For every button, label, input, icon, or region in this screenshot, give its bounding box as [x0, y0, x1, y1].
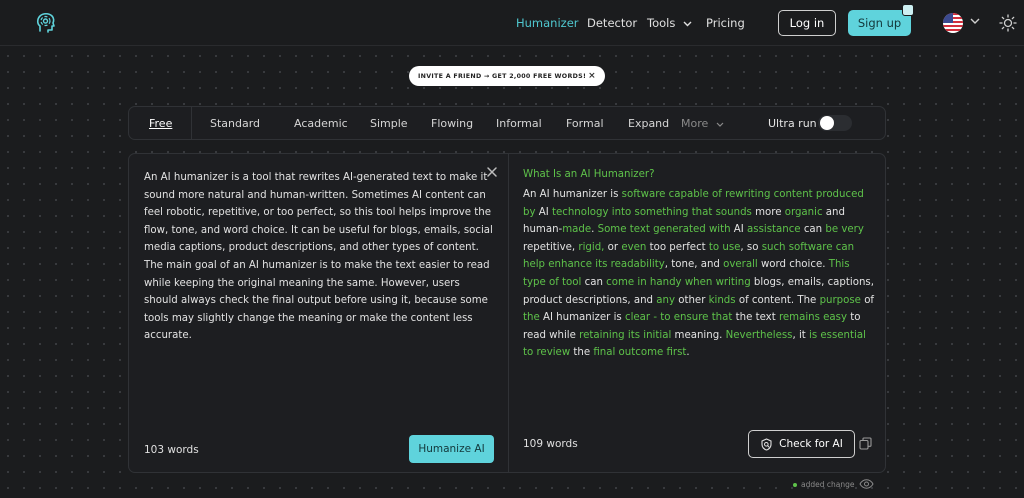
check-for-ai-label: Check for AI [779, 438, 843, 450]
text-segment: repetitive, [523, 241, 579, 253]
changed-text-segment: retaining its initial [579, 329, 672, 341]
text-segment: the text [732, 312, 779, 324]
copy-icon[interactable] [859, 437, 872, 450]
invite-close-icon[interactable]: × [588, 71, 596, 81]
chevron-down-icon [683, 21, 692, 26]
ultra-run-label: Ultra run [768, 117, 817, 130]
invite-banner[interactable]: INVITE A FRIEND → GET 2,000 FREE WORDS! … [409, 66, 605, 86]
language-chevron-icon[interactable] [970, 18, 980, 24]
changed-text-segment: made [562, 224, 592, 236]
invite-text: INVITE A FRIEND → GET 2,000 FREE WORDS! [418, 72, 587, 80]
text-segment: , tone, and [664, 259, 724, 271]
mode-simple[interactable]: Simple [370, 117, 408, 130]
mode-more-label: More [681, 117, 709, 130]
changed-text-segment: Some text generated with [597, 224, 731, 236]
nav-tools[interactable]: Tools [647, 16, 692, 30]
text-segment: more [751, 206, 785, 218]
mode-selector: Free Standard Academic Simple Flowing In… [128, 106, 886, 140]
changed-text-segment: kinds [708, 294, 736, 306]
text-segment: . [686, 347, 690, 359]
text-segment: , it [792, 329, 810, 341]
mode-informal[interactable]: Informal [496, 117, 542, 130]
mode-flowing[interactable]: Flowing [431, 117, 473, 130]
text-segment: the [570, 347, 594, 359]
text-segment: word choice. [757, 259, 829, 271]
changed-text-segment: the [523, 312, 540, 324]
text-segment: AI [535, 206, 552, 218]
eye-icon[interactable] [859, 479, 874, 489]
gift-badge-icon [902, 4, 914, 16]
changed-text-segment: even [621, 241, 647, 253]
text-segment: , so [740, 241, 762, 253]
changed-text-segment: to use [708, 241, 741, 253]
brain-head-logo-icon[interactable] [34, 11, 58, 35]
chevron-down-icon [716, 122, 724, 127]
check-for-ai-button[interactable]: Check for AI [748, 430, 855, 458]
changed-text-segment: organic [784, 206, 823, 218]
change-legend: added change [793, 480, 854, 489]
ultra-run-toggle[interactable] [818, 115, 852, 131]
text-segment: or [604, 241, 622, 253]
changed-text-segment: technology into something that sounds [551, 206, 752, 218]
text-segment: can [581, 276, 607, 288]
text-segment: of [860, 294, 875, 306]
changed-text-segment: remains easy [778, 312, 848, 324]
input-panel: An AI humanizer is a tool that rewrites … [128, 153, 509, 473]
text-segment: AI [730, 224, 748, 236]
changed-text-segment: clear - to ensure that [624, 312, 733, 324]
changed-text-segment: final outcome first [593, 347, 687, 359]
changed-text-segment: Nevertheless [725, 329, 793, 341]
nav-tools-label: Tools [647, 16, 676, 30]
sun-theme-icon[interactable] [999, 14, 1017, 32]
legend-label: added change [801, 480, 855, 489]
changed-text-segment: rigid, [578, 241, 605, 253]
output-text: An AI humanizer is software capable of r… [523, 186, 875, 362]
output-title: What Is an AI Humanizer? [523, 169, 655, 180]
text-segment: other [675, 294, 709, 306]
input-textarea[interactable]: An AI humanizer is a tool that rewrites … [144, 169, 494, 345]
mode-free[interactable]: Free [149, 117, 172, 130]
text-segment: of content. The [735, 294, 820, 306]
changed-text-segment: assistance [747, 224, 801, 236]
changed-text-segment: any [656, 294, 675, 306]
text-segment: AI humanizer is [539, 312, 625, 324]
changed-text-segment: overall [723, 259, 758, 271]
input-word-count: 103 words [144, 444, 199, 456]
top-navbar: Humanizer Detector Tools Pricing Log in … [0, 0, 1024, 46]
us-flag-icon[interactable] [943, 13, 963, 33]
mode-divider [191, 107, 192, 139]
text-segment: An AI humanizer is [523, 189, 622, 200]
mode-expand[interactable]: Expand [628, 117, 669, 130]
mode-academic[interactable]: Academic [294, 117, 348, 130]
text-segment: too perfect [646, 241, 709, 253]
text-segment: meaning. [671, 329, 726, 341]
change-dot-icon [793, 483, 797, 487]
output-word-count: 109 words [523, 438, 578, 450]
changed-text-segment: purpose [819, 294, 861, 306]
text-segment: can [800, 224, 826, 236]
shield-search-icon [761, 437, 772, 451]
mode-standard[interactable]: Standard [210, 117, 260, 130]
changed-text-segment: be very [825, 224, 864, 236]
changed-text-segment: come in handy when writing [606, 276, 751, 288]
output-panel: What Is an AI Humanizer? An AI humanizer… [508, 153, 886, 473]
mode-more[interactable]: More [681, 117, 724, 130]
nav-detector[interactable]: Detector [587, 16, 637, 30]
nav-humanizer[interactable]: Humanizer [516, 16, 579, 30]
humanize-button[interactable]: Humanize AI [409, 435, 494, 463]
clear-text-icon[interactable] [486, 166, 498, 178]
nav-pricing[interactable]: Pricing [706, 16, 745, 30]
toggle-knob [820, 116, 834, 130]
mode-formal[interactable]: Formal [566, 117, 604, 130]
login-button[interactable]: Log in [778, 10, 836, 36]
